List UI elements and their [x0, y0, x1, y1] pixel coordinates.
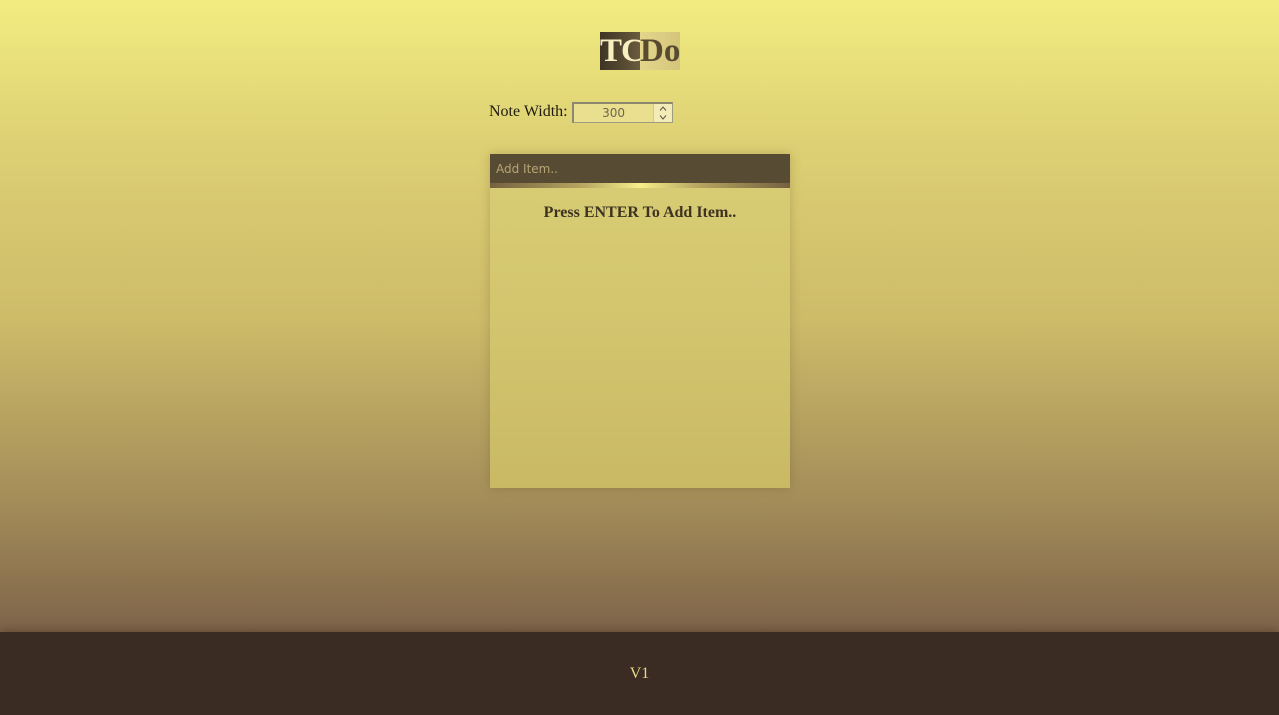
logo-tc: TC [600, 32, 640, 70]
app-logo: TC Do [600, 32, 680, 70]
stepper-down-button[interactable] [654, 113, 672, 122]
note-divider [490, 183, 790, 188]
stepper-buttons [652, 103, 672, 122]
note-width-stepper[interactable]: 300 [571, 101, 673, 123]
note-card: Add Item.. Press ENTER To Add Item.. [490, 154, 790, 488]
footer: V1 [0, 632, 1279, 715]
logo-do: Do [640, 32, 680, 70]
note-width-label: Note Width: [489, 103, 568, 120]
chevron-up-icon [659, 105, 666, 111]
add-item-input[interactable]: Add Item.. [490, 154, 790, 183]
chevron-down-icon [659, 114, 666, 120]
stepper-up-button[interactable] [654, 104, 672, 113]
note-width-control: Note Width: 300 [489, 101, 673, 123]
version-label: V1 [629, 665, 650, 682]
note-width-value[interactable]: 300 [573, 103, 654, 122]
add-item-hint: Press ENTER To Add Item.. [543, 204, 737, 221]
